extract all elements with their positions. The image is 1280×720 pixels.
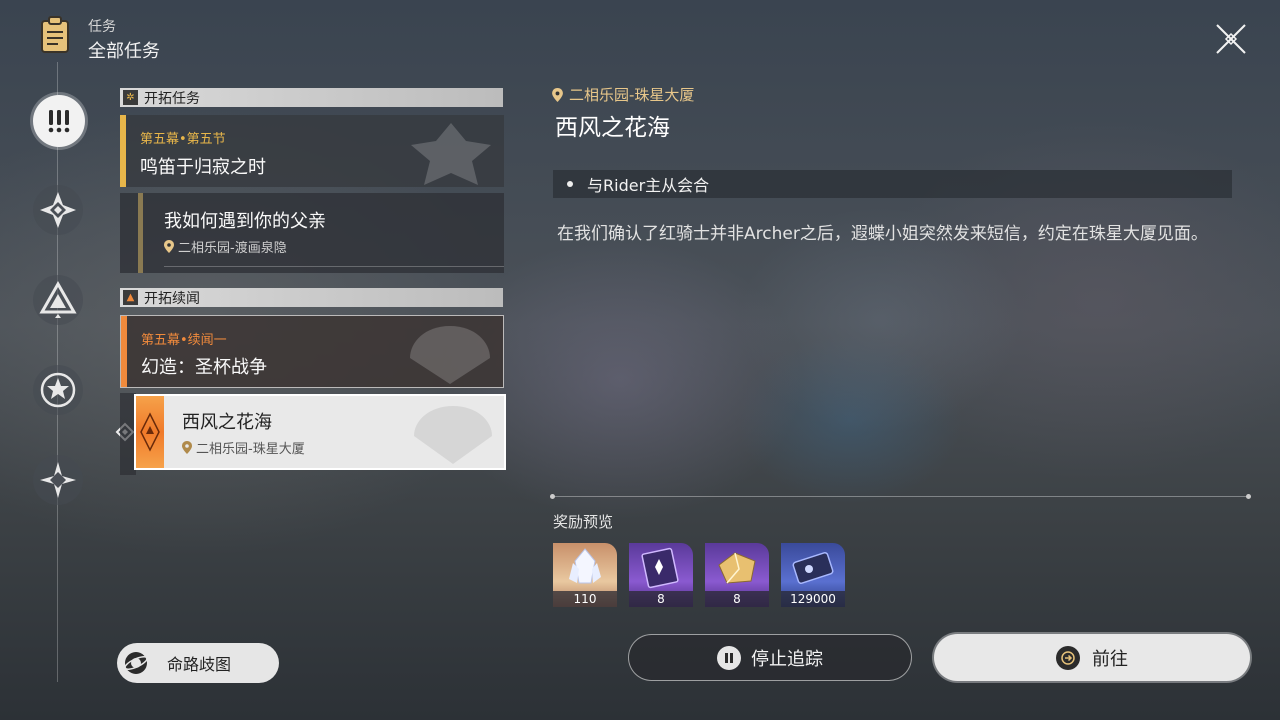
rail-tab-all-quests[interactable]	[33, 95, 85, 147]
rewards-label: 奖励预览	[553, 513, 614, 531]
destiny-map-label: 命路歧图	[167, 655, 232, 674]
quest-name: 西风之花海	[182, 412, 272, 433]
quest-watermark-icon	[414, 406, 492, 464]
rewards-divider	[552, 496, 1250, 497]
quest-chapter: 第五幕•续闻一	[141, 333, 227, 348]
detail-location-text: 二相乐园-珠星大厦	[569, 86, 695, 104]
rail-tab-trailblaze[interactable]	[33, 185, 83, 235]
reward-qty: 8	[705, 591, 769, 607]
purple-book-icon	[641, 547, 679, 589]
quest-accent-bar	[120, 115, 126, 187]
quest-watermark-icon	[410, 326, 490, 384]
stop-tracking-label: 停止追踪	[751, 648, 823, 670]
quest-watermark-icon	[411, 123, 491, 185]
companion-badge-icon: ▲	[123, 290, 138, 305]
objective-row: 与Rider主从会合	[553, 170, 1232, 198]
quest-item-main-2[interactable]: 我如何遇到你的父亲 二相乐园-渡画泉隐	[120, 193, 504, 273]
quest-item-companion-2-selected[interactable]: 西风之花海 二相乐园-珠星大厦	[134, 394, 506, 470]
reward-item[interactable]: 8	[705, 543, 769, 607]
star-icon	[40, 372, 76, 408]
quest-accent-bar	[138, 193, 143, 273]
go-button[interactable]: 前往	[934, 634, 1250, 681]
quest-accent-bar	[121, 316, 127, 387]
quest-description: 在我们确认了红骑士并非Archer之后，遐蝶小姐突然发来短信，约定在珠星大厦见面…	[557, 224, 1208, 244]
bullet-icon	[567, 181, 573, 187]
quest-name: 幻造：圣杯战争	[141, 357, 267, 378]
go-label: 前往	[1092, 648, 1128, 670]
quest-divider	[164, 266, 504, 267]
pause-icon	[717, 645, 741, 670]
page-title: 全部任务	[88, 41, 160, 62]
section-label: 开拓任务	[144, 90, 200, 107]
section-label: 开拓续闻	[144, 290, 200, 307]
planet-icon	[124, 652, 148, 674]
rail-tab-companion[interactable]	[33, 275, 83, 325]
trailblaze-badge-icon: ✲	[123, 90, 138, 105]
quest-item-companion-1[interactable]: 第五幕•续闻一 幻造：圣杯战争	[120, 315, 504, 388]
section-header-trailblaze: ✲ 开拓任务	[120, 88, 503, 107]
diamond-star-icon	[40, 192, 76, 228]
divider-dot-left	[550, 494, 555, 499]
clipboard-icon	[41, 16, 69, 53]
quest-name: 鸣笛于归寂之时	[140, 157, 266, 178]
destiny-map-button[interactable]: 命路歧图	[117, 643, 279, 683]
close-icon[interactable]	[1212, 20, 1250, 58]
rail-tab-daily[interactable]	[33, 455, 83, 505]
location-pin-icon	[182, 441, 192, 454]
exclamation-icon	[48, 110, 70, 133]
reward-qty: 8	[629, 591, 693, 607]
quest-item-main-1[interactable]: 第五幕•第五节 鸣笛于归寂之时	[120, 115, 504, 187]
reward-item[interactable]: 110	[553, 543, 617, 607]
stellar-jade-icon	[569, 548, 601, 584]
reward-qty: 110	[553, 591, 617, 607]
location-pin-icon	[164, 240, 174, 253]
section-header-companion: ▲ 开拓续闻	[120, 288, 503, 307]
rail-tab-adventure[interactable]	[33, 365, 83, 415]
quest-location: 二相乐园-珠星大厦	[182, 438, 305, 457]
credit-icon	[792, 552, 834, 584]
quest-chapter: 第五幕•第五节	[140, 132, 226, 147]
header-subtitle: 任务	[88, 19, 116, 35]
detail-title: 西风之花海	[555, 115, 670, 141]
reward-qty: 129000	[781, 591, 845, 607]
stop-tracking-button[interactable]: 停止追踪	[628, 634, 912, 681]
quest-location-text: 二相乐园-渡画泉隐	[178, 241, 287, 256]
companion-emblem-icon	[140, 412, 160, 452]
triangle-icon	[39, 280, 77, 318]
detail-location: 二相乐园-珠星大厦	[552, 84, 694, 105]
location-pin-icon	[552, 87, 563, 102]
objective-text: 与Rider主从会合	[587, 176, 710, 195]
selected-accent-bar	[136, 396, 164, 468]
reward-item[interactable]: 129000	[781, 543, 845, 607]
enter-arrow-icon	[1056, 645, 1080, 670]
compass-icon	[40, 462, 76, 498]
quest-location: 二相乐园-渡画泉隐	[164, 237, 287, 256]
divider-dot-right	[1246, 494, 1251, 499]
quest-name: 我如何遇到你的父亲	[164, 211, 326, 232]
reward-item[interactable]: 8	[629, 543, 693, 607]
quest-location-text: 二相乐园-珠星大厦	[196, 442, 305, 457]
gold-material-icon	[718, 552, 756, 584]
